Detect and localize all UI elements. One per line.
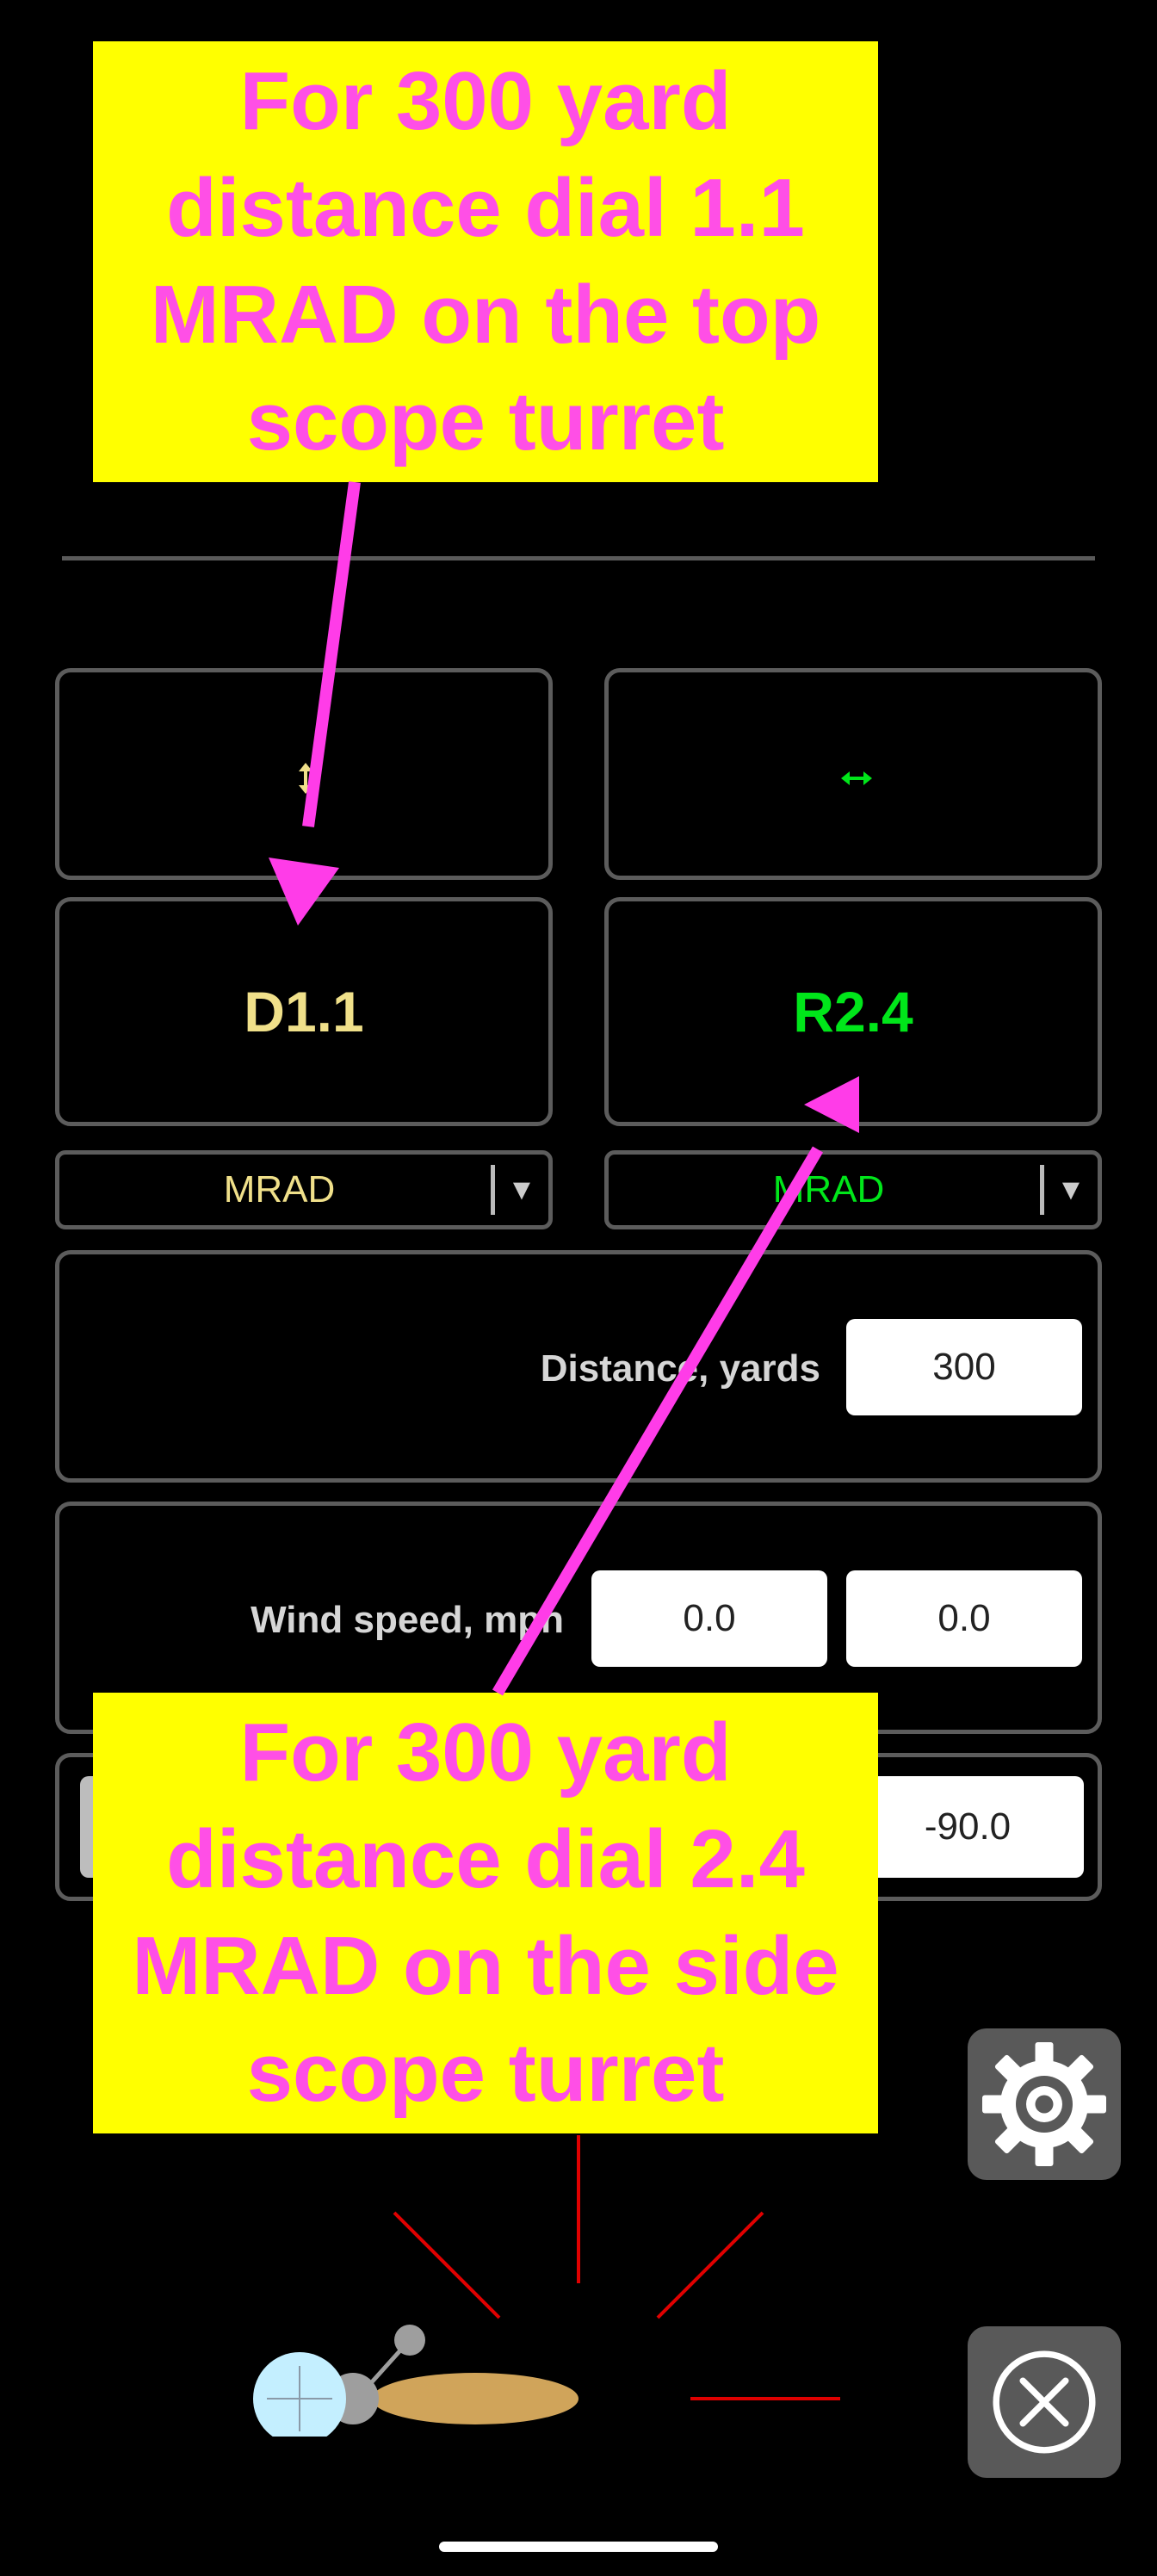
home-indicator [439, 2542, 718, 2552]
horizontal-arrows-icon [841, 771, 872, 785]
callout-top: For 300 yard distance dial 1.1 MRAD on t… [93, 41, 878, 482]
windage-unit-label: MRAD [772, 1168, 885, 1211]
vertical-arrows-icon [299, 763, 312, 794]
angle-input[interactable]: -90.0 [851, 1776, 1084, 1878]
divider [62, 556, 1095, 560]
distance-label: Distance, yards [540, 1347, 820, 1390]
elevation-unit-label: MRAD [223, 1168, 336, 1211]
shooter-illustration [253, 2135, 840, 2437]
elevation-unit-select[interactable]: MRAD ▼ [55, 1150, 553, 1229]
wind-speed-input-1[interactable]: 0.0 [591, 1570, 827, 1667]
callout-bottom: For 300 yard distance dial 2.4 MRAD on t… [93, 1693, 878, 2133]
close-icon [993, 2350, 1096, 2454]
windage-unit-select[interactable]: MRAD ▼ [604, 1150, 1102, 1229]
dropdown-arrow-icon: ▼ [1056, 1173, 1086, 1206]
distance-input[interactable]: 300 [846, 1319, 1082, 1415]
rifle-body [372, 2373, 578, 2424]
close-button[interactable] [968, 2326, 1121, 2478]
gear-icon [982, 2042, 1106, 2166]
dropdown-arrow-icon: ▼ [507, 1173, 536, 1206]
elevation-value: D1.1 [55, 897, 553, 1126]
windage-direction-panel [604, 668, 1102, 880]
settings-button[interactable] [968, 2028, 1121, 2180]
distance-panel: Distance, yards 300 [55, 1250, 1102, 1483]
wind-speed-input-2[interactable]: 0.0 [846, 1570, 1082, 1667]
windage-value: R2.4 [604, 897, 1102, 1126]
elevation-direction-panel [55, 668, 553, 880]
wind-speed-label: Wind speed, mph [251, 1599, 564, 1641]
